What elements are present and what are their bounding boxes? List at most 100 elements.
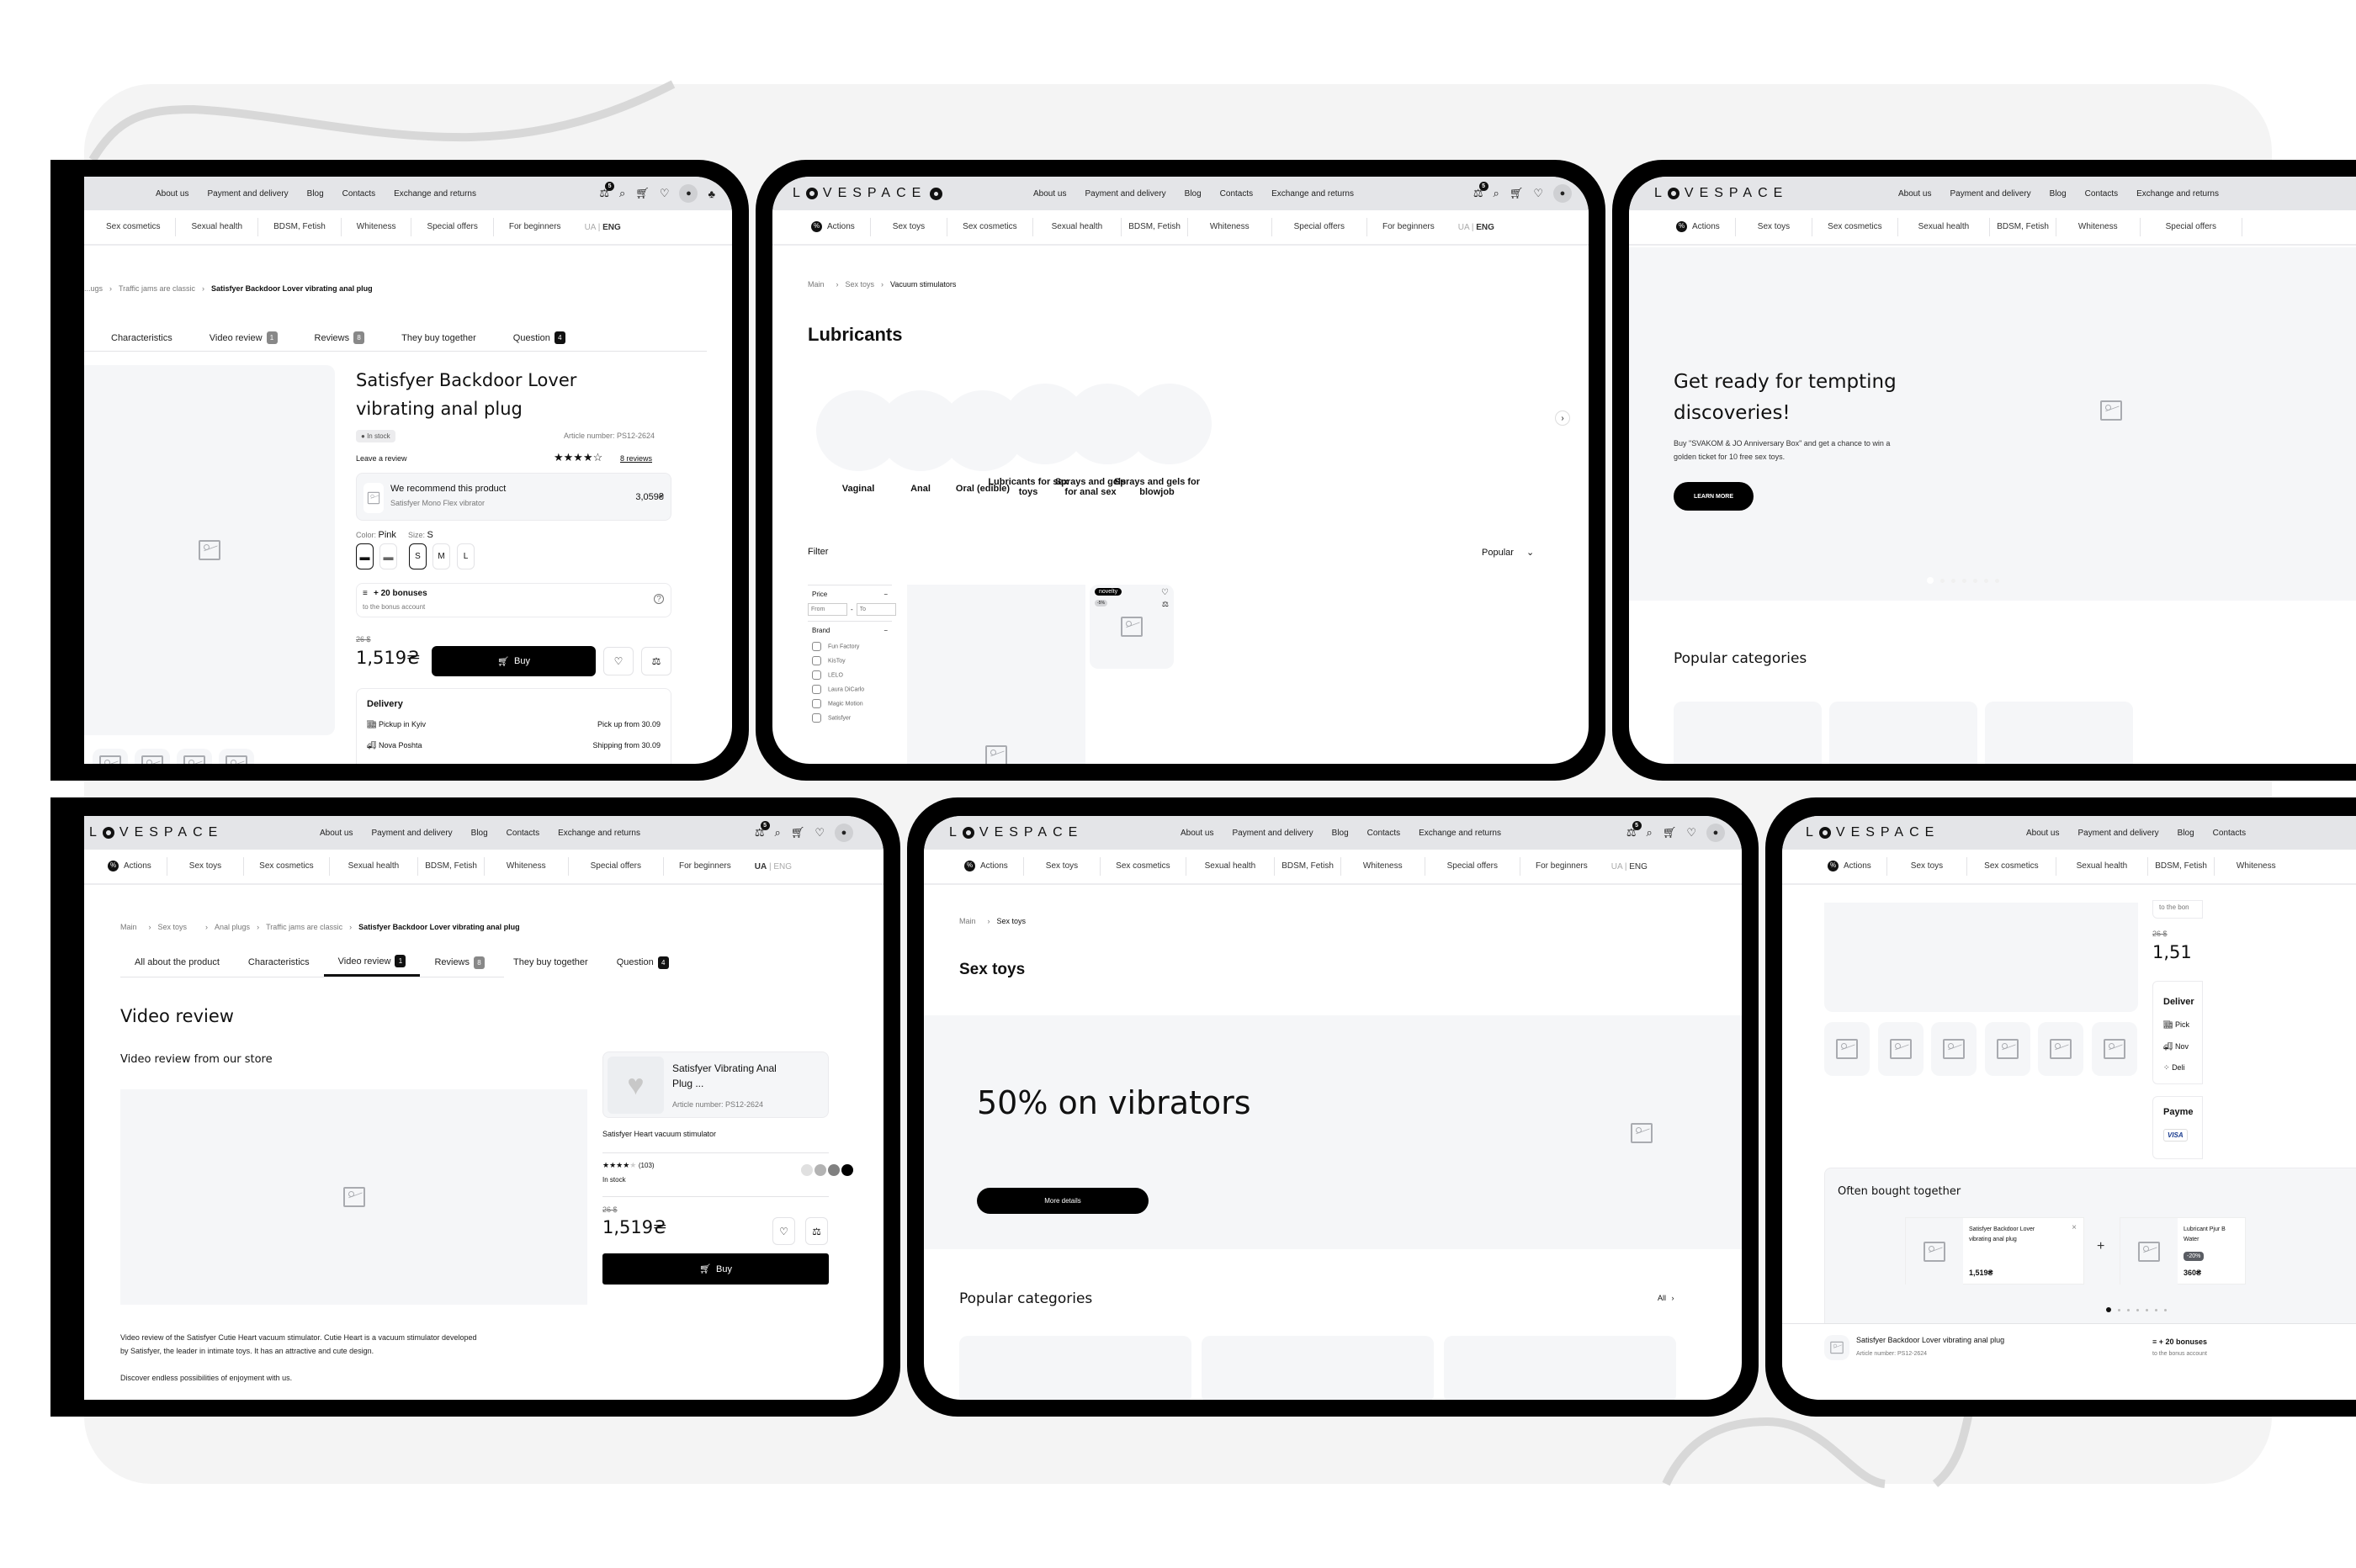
cat-sex-toys[interactable]: Sex toys	[1736, 218, 1813, 236]
cat-whiteness[interactable]: Whiteness	[2215, 857, 2298, 876]
tab-question[interactable]: Question 4	[602, 948, 683, 977]
brand-option[interactable]: Magic Motion	[808, 697, 892, 711]
language-switch[interactable]: UA | ENG	[585, 223, 621, 232]
tab-all-about[interactable]: All about the product	[120, 948, 234, 977]
subcategory-image[interactable]	[1128, 384, 1212, 464]
logo[interactable]: L VESPACE	[89, 825, 223, 840]
nav-about[interactable]: About us	[320, 829, 353, 838]
leave-review-link[interactable]: Leave a review	[356, 454, 407, 463]
thumbnail[interactable]	[177, 749, 212, 764]
cat-sex-toys[interactable]: Sex toys	[871, 218, 948, 236]
nav-contacts[interactable]: Contacts	[2213, 829, 2246, 838]
cart-icon[interactable]: 🛒︎	[1663, 826, 1677, 840]
nav-payment[interactable]: Payment and delivery	[371, 829, 452, 838]
pagination-dot[interactable]	[1995, 578, 1999, 583]
compare-icon[interactable]: ⚖ 5	[1626, 821, 1642, 840]
buy-button[interactable]: 🛒︎ Buy	[432, 646, 596, 676]
logo[interactable]: L VESPACE	[793, 186, 943, 201]
nav-about[interactable]: About us	[156, 189, 188, 199]
pagination-dot[interactable]	[1973, 578, 1977, 583]
nav-blog[interactable]: Blog	[307, 189, 324, 199]
brand-filter-header[interactable]: Brand −	[808, 621, 892, 639]
tab-video-review[interactable]: Video review 1	[323, 948, 421, 977]
product-main-image[interactable]	[84, 365, 335, 735]
thumbnail[interactable]	[93, 749, 128, 764]
cat-sex-cosmetics[interactable]: Sex cosmetics	[89, 218, 177, 236]
pagination-dot[interactable]	[2136, 1308, 2139, 1311]
bundle-item[interactable]: Satisfyer Backdoor Lover vibrating anal p…	[1905, 1217, 2084, 1285]
wishlist-icon[interactable]: ♡	[1161, 588, 1169, 597]
cat-sex-cosmetics[interactable]: Sex cosmetics	[1812, 218, 1898, 236]
nav-payment[interactable]: Payment and delivery	[1950, 189, 2030, 199]
cat-sexual-health[interactable]: Sexual health	[176, 218, 259, 236]
nav-about[interactable]: About us	[1898, 189, 1931, 199]
checkbox[interactable]	[812, 642, 821, 651]
cat-sex-toys[interactable]: Sex toys	[1887, 857, 1968, 876]
nav-blog[interactable]: Blog	[1332, 829, 1349, 838]
cat-sexual-health[interactable]: Sexual health	[1186, 857, 1276, 876]
cart-icon[interactable]: 🛒︎	[791, 826, 805, 840]
tab-video-review[interactable]: Video review 1	[191, 325, 296, 351]
brand-option[interactable]: Satisfyer	[808, 711, 892, 725]
thumbnail[interactable]	[1931, 1022, 1977, 1076]
cat-whiteness[interactable]: Whiteness	[485, 857, 569, 876]
heart-icon[interactable]: ♡	[660, 187, 670, 200]
theme-icon[interactable]: ♣	[708, 188, 715, 200]
cat-actions[interactable]: % Actions	[796, 218, 871, 236]
compare-button[interactable]: ⚖	[805, 1217, 828, 1245]
checkbox[interactable]	[812, 713, 821, 723]
cat-sex-cosmetics[interactable]: Sex cosmetics	[1967, 857, 2056, 876]
cat-bdsm[interactable]: BDSM, Fetish	[258, 218, 342, 236]
carousel-next-button[interactable]: ›	[1555, 411, 1570, 426]
nav-blog[interactable]: Blog	[2050, 189, 2067, 199]
compare-button[interactable]: ⚖	[641, 647, 671, 675]
subcategory-label[interactable]: Sprays and gels for blowjob	[1111, 477, 1203, 497]
category-card[interactable]	[1202, 1336, 1434, 1400]
breadcrumb-item[interactable]: Main	[808, 280, 825, 289]
cat-sex-cosmetics[interactable]: Sex cosmetics	[947, 218, 1033, 236]
cat-bdsm[interactable]: BDSM, Fetish	[1122, 218, 1188, 236]
cat-actions[interactable]: % Actions	[1812, 857, 1887, 876]
breadcrumb-item[interactable]: Sex toys	[846, 280, 875, 289]
color-swatch[interactable]	[828, 1164, 840, 1176]
brand-option[interactable]: Fun Factory	[808, 639, 892, 654]
pagination-dot[interactable]	[1951, 578, 1955, 583]
tab-reviews[interactable]: Reviews 8	[296, 325, 384, 351]
remove-icon[interactable]: ×	[2072, 1223, 2077, 1232]
brand-option[interactable]: Laura DiCarlo	[808, 682, 892, 697]
heart-icon[interactable]: ♡	[1533, 187, 1543, 200]
breadcrumb-item[interactable]: Sex toys	[158, 923, 188, 931]
cart-icon[interactable]: 🛒︎	[635, 187, 650, 200]
cat-sex-cosmetics[interactable]: Sex cosmetics	[244, 857, 330, 876]
pagination-dot[interactable]	[1984, 578, 1988, 583]
category-card[interactable]	[1985, 702, 2133, 764]
nav-payment[interactable]: Payment and delivery	[2077, 829, 2158, 838]
cat-sexual-health[interactable]: Sexual health	[2056, 857, 2149, 876]
pagination-dot[interactable]	[1962, 578, 1966, 583]
cat-special-offers[interactable]: Special offers	[569, 857, 665, 876]
nav-contacts[interactable]: Contacts	[1367, 829, 1400, 838]
more-details-button[interactable]: More details	[977, 1188, 1149, 1214]
cat-whiteness[interactable]: Whiteness	[1188, 218, 1272, 236]
checkbox[interactable]	[812, 656, 821, 665]
pagination-dot[interactable]	[1940, 578, 1945, 583]
cat-bdsm[interactable]: BDSM, Fetish	[1990, 218, 2056, 236]
nav-payment[interactable]: Payment and delivery	[1232, 829, 1313, 838]
price-from-input[interactable]	[808, 603, 847, 616]
category-card[interactable]	[1444, 1336, 1676, 1400]
nav-blog[interactable]: Blog	[1185, 189, 1202, 199]
search-icon[interactable]: ⌕	[1494, 187, 1499, 200]
cat-for-beginners[interactable]: For beginners	[664, 857, 746, 876]
price-to-input[interactable]	[856, 603, 896, 616]
user-icon[interactable]: ●	[679, 184, 698, 203]
checkbox[interactable]	[812, 699, 821, 708]
user-icon[interactable]: ●	[835, 824, 853, 842]
thumbnail[interactable]	[2038, 1022, 2083, 1076]
nav-exchange[interactable]: Exchange and returns	[2136, 189, 2219, 199]
nav-payment[interactable]: Payment and delivery	[1085, 189, 1165, 199]
nav-blog[interactable]: Blog	[471, 829, 488, 838]
nav-contacts[interactable]: Contacts	[1220, 189, 1253, 199]
color-swatch[interactable]: ▬	[379, 543, 397, 569]
cat-bdsm[interactable]: BDSM, Fetish	[418, 857, 485, 876]
pagination-dot-active[interactable]	[1927, 577, 1934, 584]
